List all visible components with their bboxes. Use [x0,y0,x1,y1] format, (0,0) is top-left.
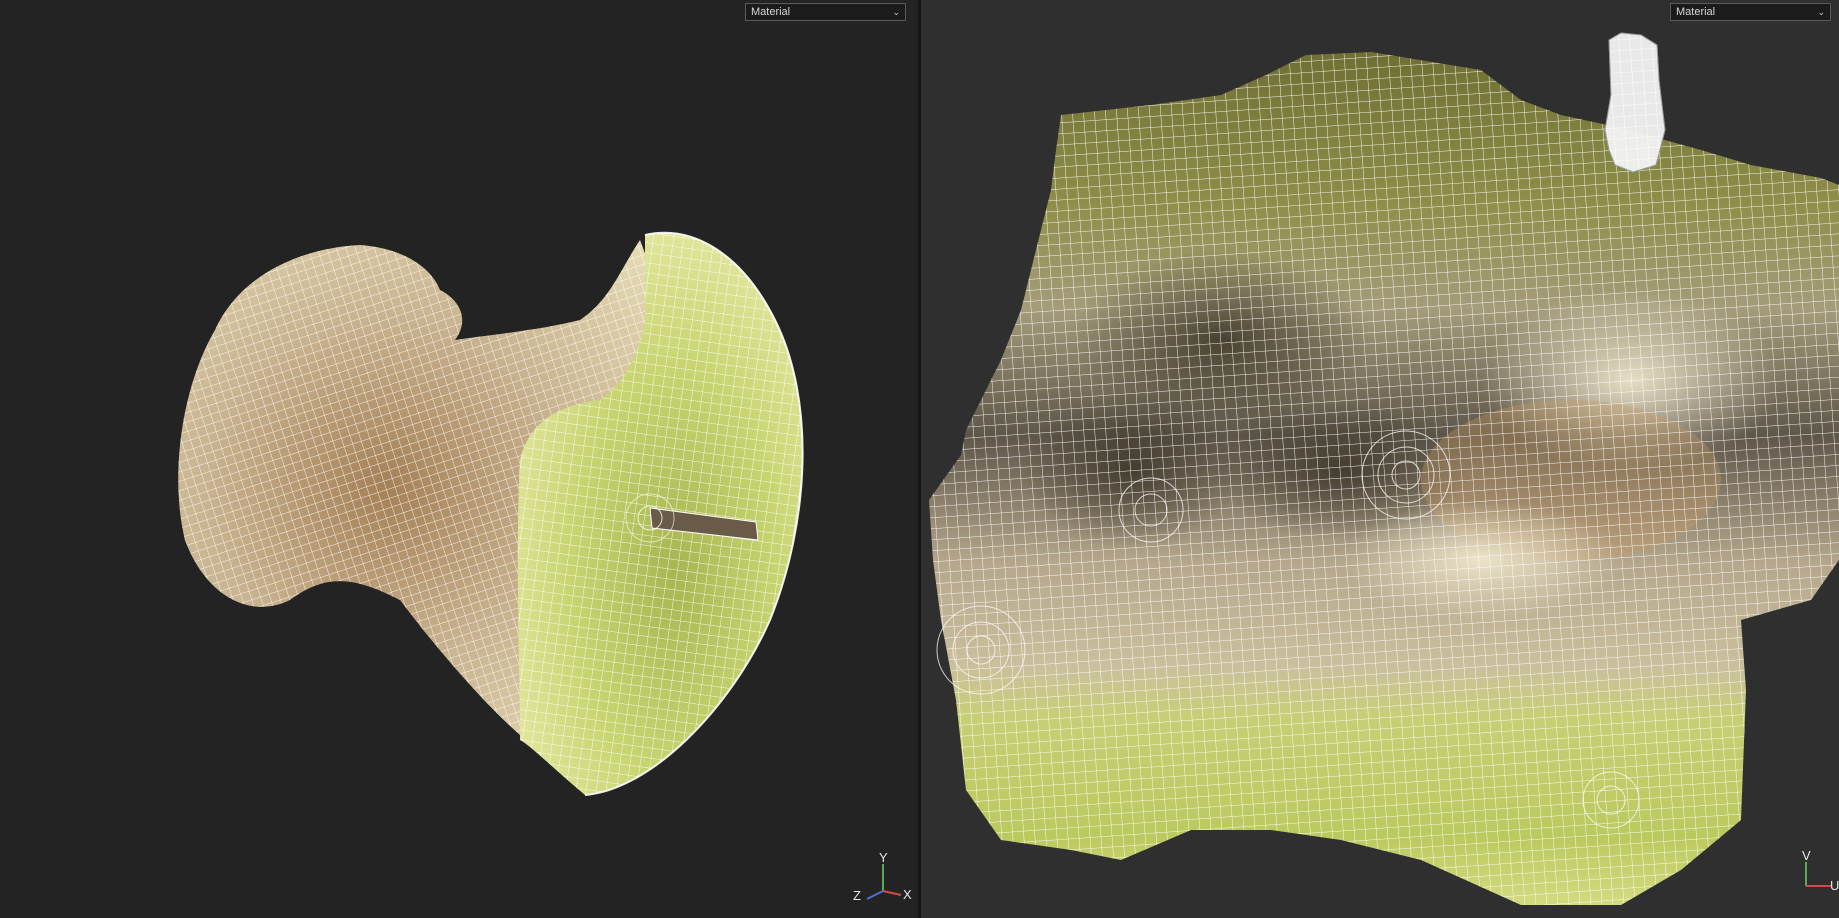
uv-island-stem [1604,32,1666,173]
viewport-uv[interactable]: V U Material ⌄ [921,0,1839,918]
axis-gizmo-icon: Y Z X [853,850,912,903]
chevron-down-icon: ⌄ [1817,7,1825,17]
axis-z-label: Z [853,888,861,903]
axis-y-label: Y [879,850,888,865]
axis-x-label: X [903,887,912,902]
shading-mode-dropdown-3d[interactable]: Material ⌄ [745,3,906,21]
shading-mode-value: Material [1676,6,1716,18]
axis-gizmo-icon: V U [1802,848,1839,893]
shading-mode-value: Material [751,6,791,18]
axis-u-label: U [1830,878,1839,893]
chevron-down-icon: ⌄ [892,7,900,17]
viewport-3d[interactable]: Y Z X Material ⌄ [0,0,918,918]
axis-v-label: V [1802,848,1811,863]
uv-island-main [929,52,1839,905]
shading-mode-dropdown-uv[interactable]: Material ⌄ [1670,3,1831,21]
uv-layout[interactable]: V U [921,0,1839,918]
apple-core-3d-model[interactable]: Y Z X [0,0,918,918]
